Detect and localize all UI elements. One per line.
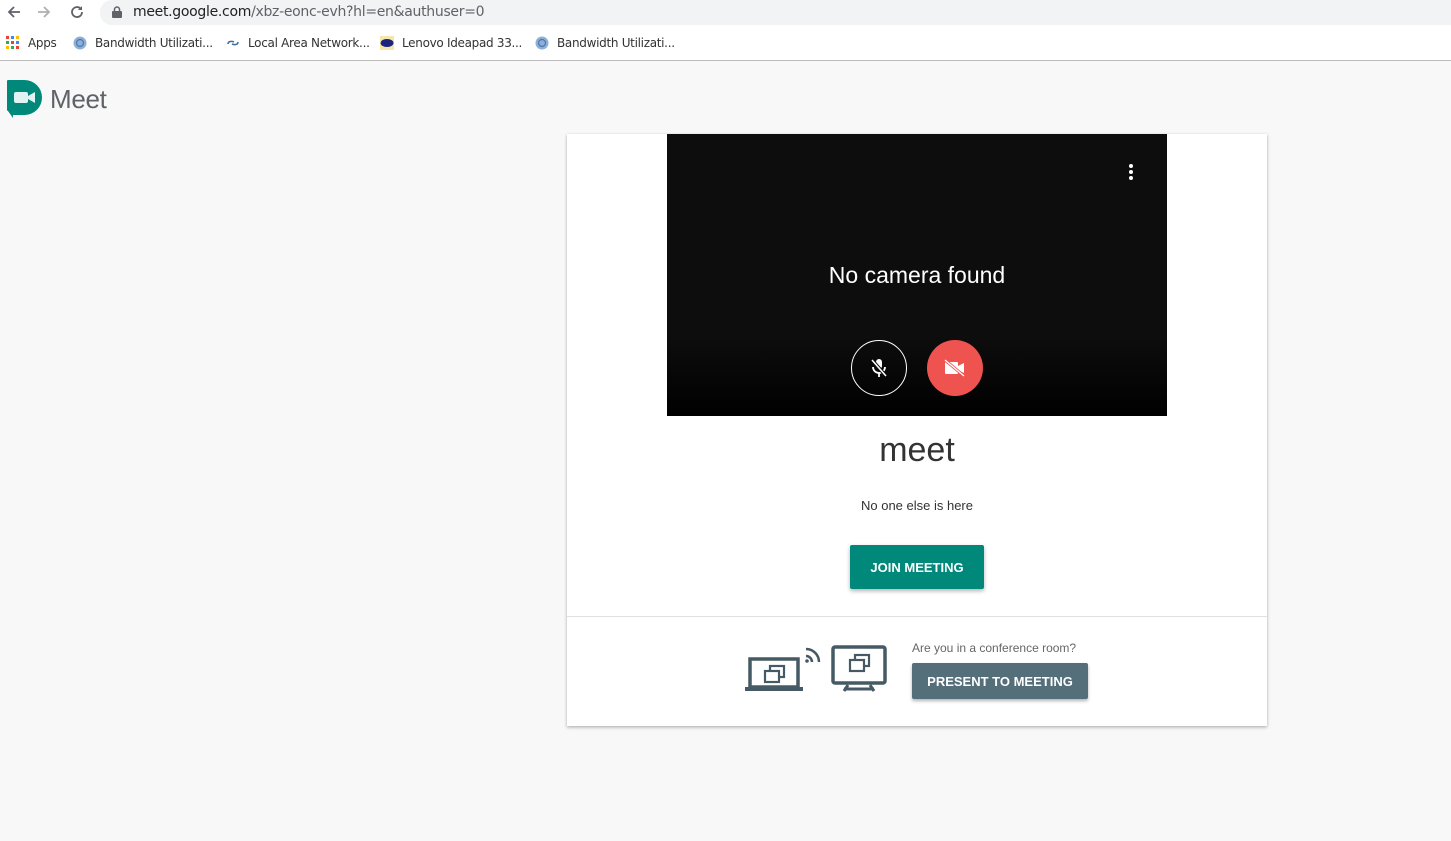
globe-icon — [73, 36, 87, 50]
dot — [1129, 170, 1133, 174]
no-camera-message: No camera found — [828, 262, 1006, 288]
meet-logo-text: Meet — [50, 83, 107, 114]
meet-logo[interactable]: Meet — [7, 80, 107, 118]
join-meeting-button[interactable]: JOIN MEETING — [850, 545, 984, 589]
camera-off-icon — [944, 359, 965, 377]
more-options-button[interactable] — [1123, 162, 1139, 182]
forward-arrow-icon — [38, 6, 51, 18]
vcs-logo-icon — [380, 36, 394, 50]
bookmark-label: Bandwidth Utilizati... — [557, 36, 675, 50]
lock-icon — [112, 6, 122, 18]
dot — [1129, 164, 1133, 168]
mic-off-icon — [870, 358, 888, 378]
bookmark-bandwidth-2[interactable]: Bandwidth Utilizati... — [535, 35, 675, 51]
present-devices-illustration-icon — [745, 645, 887, 692]
address-bar[interactable]: meet.google.com/xbz-eonc-evh?hl=en&authu… — [100, 0, 1451, 25]
apps-grid-icon — [6, 36, 19, 49]
conference-room-question: Are you in a conference room? — [912, 641, 1077, 655]
present-to-meeting-button[interactable]: PRESENT TO MEETING — [912, 663, 1088, 699]
bookmark-label: Local Area Network... — [248, 36, 370, 50]
network-link-icon — [227, 40, 239, 46]
meeting-title: meet — [879, 431, 955, 469]
globe-icon — [535, 36, 549, 50]
bookmark-lenovo[interactable]: Lenovo Ideapad 33... — [380, 35, 522, 51]
join-card: No camera found meet No one else is here… — [567, 134, 1267, 726]
back-arrow-icon — [7, 6, 20, 18]
camera-toggle-button[interactable] — [927, 340, 983, 396]
bookmark-apps[interactable]: Apps — [6, 35, 57, 51]
section-divider — [567, 616, 1267, 617]
dot — [1129, 176, 1133, 180]
meet-camera-logo-icon — [7, 80, 42, 118]
forward-button[interactable] — [33, 2, 55, 22]
bookmark-label: Apps — [28, 36, 57, 50]
browser-toolbar: meet.google.com/xbz-eonc-evh?hl=en&authu… — [0, 0, 1451, 25]
microphone-toggle-button[interactable] — [851, 340, 907, 396]
reload-button[interactable] — [66, 2, 88, 22]
bookmark-local-area-network[interactable]: Local Area Network... — [226, 35, 370, 51]
bookmarks-bar: Apps Bandwidth Utilizati... Local Area N… — [0, 25, 1451, 61]
bookmark-label: Lenovo Ideapad 33... — [402, 36, 523, 50]
url-text: meet.google.com/xbz-eonc-evh?hl=en&authu… — [133, 4, 485, 20]
video-preview: No camera found — [667, 134, 1167, 416]
reload-icon — [71, 6, 83, 18]
back-button[interactable] — [3, 2, 25, 22]
participants-status: No one else is here — [860, 498, 973, 513]
bookmark-label: Bandwidth Utilizati... — [95, 36, 213, 50]
bookmark-bandwidth-1[interactable]: Bandwidth Utilizati... — [73, 35, 213, 51]
